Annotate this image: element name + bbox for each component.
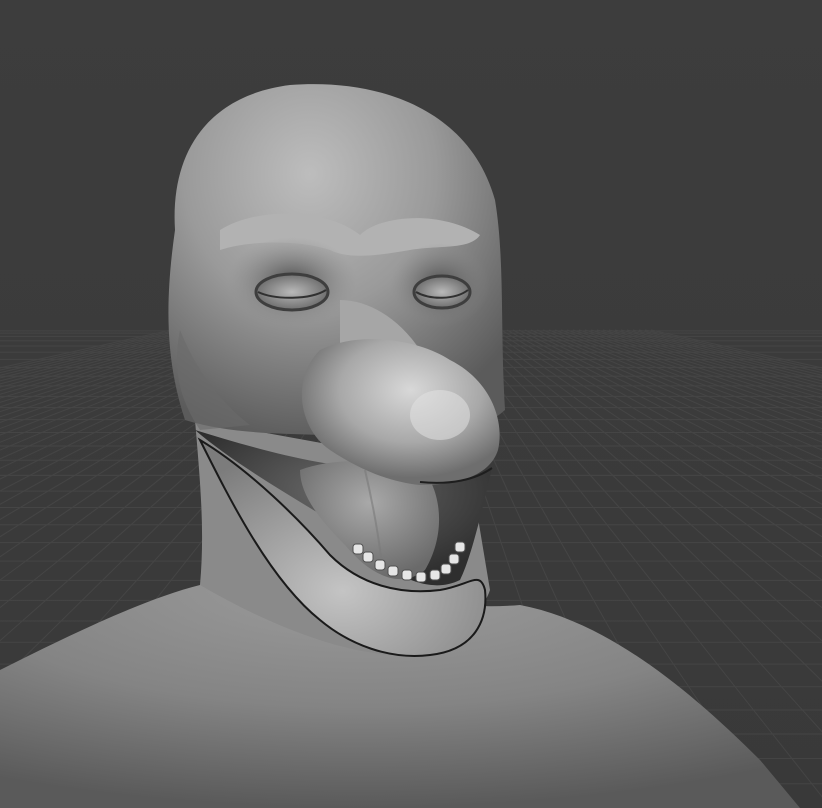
tooth <box>401 569 413 581</box>
3d-viewport[interactable] <box>0 0 822 808</box>
tooth <box>352 543 364 555</box>
tooth <box>415 571 427 583</box>
tooth <box>429 569 441 581</box>
tooth <box>440 563 452 575</box>
snout-highlight <box>410 390 470 440</box>
tooth <box>454 541 466 553</box>
tooth <box>362 551 374 563</box>
sculpt-scene[interactable] <box>0 0 822 808</box>
tooth <box>448 553 460 565</box>
right-eye <box>412 274 472 310</box>
left-eye <box>254 272 330 312</box>
tooth <box>387 565 399 577</box>
tooth <box>374 559 386 571</box>
